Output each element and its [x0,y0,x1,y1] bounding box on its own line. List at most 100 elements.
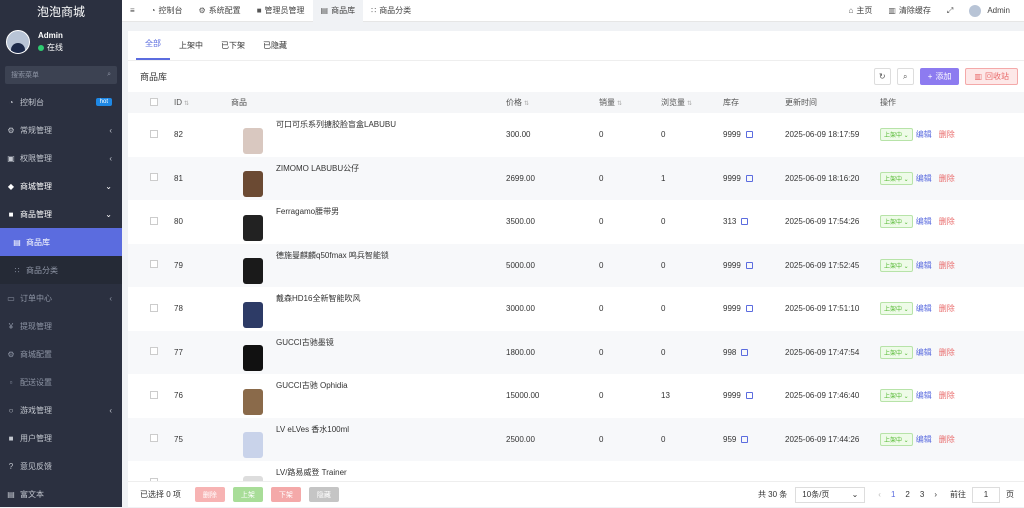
sidebar-item-dashboard[interactable]: ◔ 控制台 hot [0,88,122,116]
delete-link[interactable]: 删除 [939,348,955,357]
delete-link[interactable]: 删除 [939,391,955,400]
edit-link[interactable]: 编辑 [916,348,932,357]
product-name[interactable]: Ferragamo腰带男 [276,206,339,217]
product-name[interactable]: LV/路易威登 Trainer [276,467,347,478]
delete-link[interactable]: 删除 [939,130,955,139]
sidebar-item-product-category[interactable]: ∷ 商品分类 [0,256,122,284]
status-select[interactable]: 上架中 ⌄ [880,258,913,272]
col-id[interactable]: ID ⇅ [174,92,231,113]
product-name[interactable]: LV eLVes 香水100ml [276,424,349,435]
row-checkbox[interactable] [150,434,158,443]
status-select[interactable]: 上架中 ⌄ [880,171,913,185]
batch-on-shelf-button[interactable]: 上架 [232,487,263,502]
recycle-bin-button[interactable]: ▥ 回收站 [965,68,1018,85]
row-checkbox[interactable] [150,173,158,182]
filter-tab-hidden[interactable]: 已隐藏 [254,40,296,60]
clear-cache-button[interactable]: ▥ 清除缓存 [880,0,939,22]
col-sales[interactable]: 销量 ⇅ [599,92,661,113]
menu-search-input[interactable]: 搜索菜单 ⌕ [5,66,117,84]
col-views[interactable]: 浏览量 ⇅ [661,92,723,113]
product-name[interactable]: 戴森HD16全新智能吹风 [276,293,360,304]
product-name[interactable]: 可口可乐系列搪胶脸盲盒LABUBU [276,119,396,130]
sidebar-item-feedback[interactable]: ? 意见反馈 [0,452,122,480]
fullscreen-button[interactable]: ⤢ [939,0,961,22]
cell-stock: 9999 [723,113,785,157]
sidebar-item-delivery[interactable]: ▫ 配送设置 [0,368,122,396]
delete-link[interactable]: 删除 [939,217,955,226]
product-name[interactable]: GUCCI古驰 Ophidia [276,380,348,391]
sidebar-item-orders[interactable]: ▭ 订单中心 ‹ [0,284,122,312]
edit-stock-icon[interactable] [745,392,753,400]
sidebar-item-users[interactable]: ■ 用户管理 [0,424,122,452]
batch-delete-button[interactable]: 删除 [194,487,225,502]
sidebar-item-shop-config[interactable]: ⚙ 商城配置 [0,340,122,368]
page-3[interactable]: 3 [920,490,924,499]
status-select[interactable]: 上架中 ⌄ [880,215,913,229]
product-name[interactable]: ZIMOMO LABUBU公仔 [276,163,359,174]
edit-stock-icon[interactable] [741,348,749,356]
status-select[interactable]: 上架中 ⌄ [880,345,913,359]
menu-toggle-button[interactable]: ≡ [122,0,143,22]
batch-hide-button[interactable]: 隐藏 [308,487,339,502]
edit-link[interactable]: 编辑 [916,391,932,400]
admin-menu[interactable]: Admin [961,0,1024,22]
delete-link[interactable]: 删除 [939,435,955,444]
row-checkbox[interactable] [150,303,158,312]
sidebar-item-shop[interactable]: ◆ 商城管理 ⌄ [0,172,122,200]
row-checkbox[interactable] [150,129,158,138]
row-checkbox[interactable] [150,260,158,269]
status-select[interactable]: 上架中 ⌄ [880,389,913,403]
edit-stock-icon[interactable] [745,261,753,269]
page-size-select[interactable]: 10条/页 ⌄ [795,486,866,503]
product-name[interactable]: GUCCI古驰墨镜 [276,337,334,348]
search-button[interactable]: ⌕ [896,68,914,85]
tab-product-category[interactable]: ∷ 商品分类 [363,0,419,22]
edit-link[interactable]: 编辑 [916,174,932,183]
status-select[interactable]: 上架中 ⌄ [880,128,913,142]
page-1[interactable]: 1 [891,490,895,499]
sidebar-item-product-library[interactable]: ▤ 商品库 [0,228,122,256]
edit-stock-icon[interactable] [745,305,753,313]
sidebar-item-permission[interactable]: ▣ 权限管理 ‹ [0,144,122,172]
row-checkbox[interactable] [150,347,158,356]
edit-link[interactable]: 编辑 [916,261,932,270]
next-page-button[interactable]: › [934,490,937,499]
refresh-button[interactable]: ↻ [873,68,891,85]
filter-tab-off-shelf[interactable]: 已下架 [212,40,254,60]
row-checkbox[interactable] [150,390,158,399]
edit-link[interactable]: 编辑 [916,217,932,226]
tab-product-library[interactable]: ▤ 商品库 [312,0,364,22]
goto-page-input[interactable]: 1 [972,486,1000,503]
edit-link[interactable]: 编辑 [916,304,932,313]
prev-page-button[interactable]: ‹ [878,490,881,499]
home-link[interactable]: ⌂ 主页 [841,0,881,22]
status-select[interactable]: 上架中 ⌄ [880,302,913,316]
col-price[interactable]: 价格 ⇅ [506,92,599,113]
edit-stock-icon[interactable] [741,435,749,443]
edit-stock-icon[interactable] [745,174,753,182]
sidebar-item-withdraw[interactable]: ¥ 提现管理 [0,312,122,340]
tab-admin-manage[interactable]: ■ 管理员管理 [249,0,313,22]
edit-link[interactable]: 编辑 [916,130,932,139]
edit-stock-icon[interactable] [745,131,753,139]
add-button[interactable]: + 添加 [919,68,960,85]
delete-link[interactable]: 删除 [939,304,955,313]
row-checkbox[interactable] [150,216,158,225]
sidebar-item-products[interactable]: ■ 商品管理 ⌄ [0,200,122,228]
delete-link[interactable]: 删除 [939,174,955,183]
tab-dashboard[interactable]: ◔ 控制台 [143,0,191,22]
product-name[interactable]: 德施曼麒麟q50fmax 鸣兵智能锁 [276,250,389,261]
filter-tab-on-shelf[interactable]: 上架中 [170,40,212,60]
edit-link[interactable]: 编辑 [916,435,932,444]
filter-tab-all[interactable]: 全部 [136,38,170,60]
sidebar-item-general[interactable]: ⚙ 常规管理 ‹ [0,116,122,144]
page-2[interactable]: 2 [905,490,909,499]
edit-stock-icon[interactable] [741,218,749,226]
sidebar-item-games[interactable]: ○ 游戏管理 ‹ [0,396,122,424]
batch-off-shelf-button[interactable]: 下架 [270,487,301,502]
select-all-checkbox[interactable] [150,97,158,106]
tab-system-config[interactable]: ⚙ 系统配置 [191,0,249,22]
delete-link[interactable]: 删除 [939,261,955,270]
sidebar-item-richtext[interactable]: ▤ 富文本 [0,480,122,508]
status-select[interactable]: 上架中 ⌄ [880,432,913,446]
